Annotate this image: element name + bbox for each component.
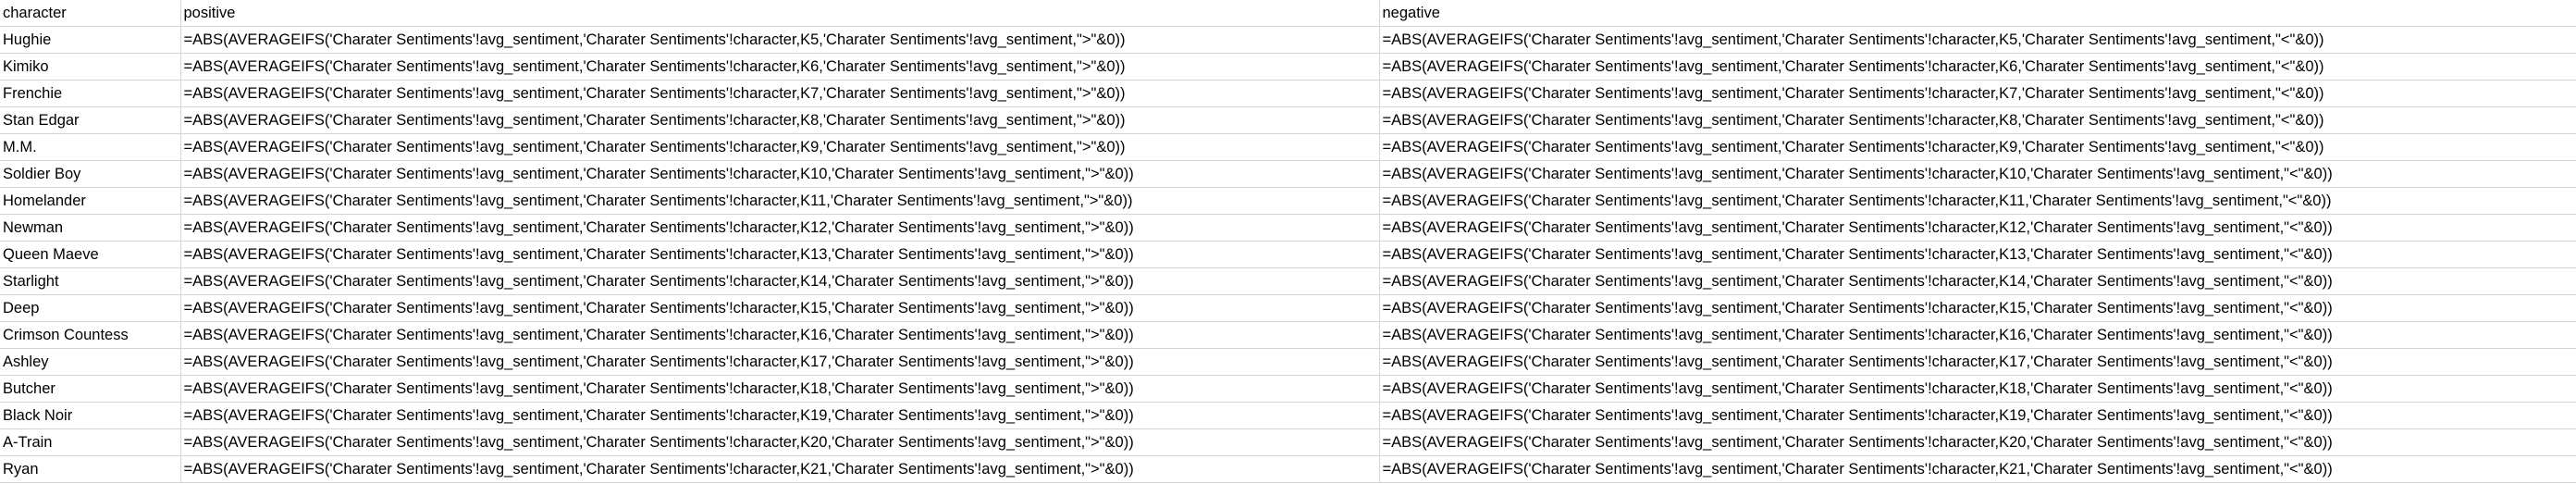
negative-formula-cell[interactable]: =ABS(AVERAGEIFS('Charater Sentiments'!av…	[1379, 106, 2576, 134]
positive-formula-cell[interactable]: =ABS(AVERAGEIFS('Charater Sentiments'!av…	[180, 53, 1380, 81]
character-cell[interactable]: Frenchie	[0, 80, 181, 107]
header-row: character positive negative	[0, 0, 2576, 27]
positive-formula-cell[interactable]: =ABS(AVERAGEIFS('Charater Sentiments'!av…	[180, 106, 1380, 134]
table-row: Kimiko =ABS(AVERAGEIFS('Charater Sentime…	[0, 53, 2576, 81]
table-row: Crimson Countess =ABS(AVERAGEIFS('Charat…	[0, 321, 2576, 349]
header-cell-positive[interactable]: positive	[180, 0, 1380, 27]
character-cell[interactable]: M.M.	[0, 133, 181, 161]
table-row: Newman =ABS(AVERAGEIFS('Charater Sentime…	[0, 214, 2576, 242]
table-row: Stan Edgar =ABS(AVERAGEIFS('Charater Sen…	[0, 106, 2576, 134]
table-row: Deep =ABS(AVERAGEIFS('Charater Sentiment…	[0, 294, 2576, 322]
positive-formula-cell[interactable]: =ABS(AVERAGEIFS('Charater Sentiments'!av…	[180, 267, 1380, 295]
negative-formula-cell[interactable]: =ABS(AVERAGEIFS('Charater Sentiments'!av…	[1379, 187, 2576, 215]
table-row: Homelander =ABS(AVERAGEIFS('Charater Sen…	[0, 187, 2576, 215]
table-row: Ashley =ABS(AVERAGEIFS('Charater Sentime…	[0, 348, 2576, 376]
table-row: Hughie =ABS(AVERAGEIFS('Charater Sentime…	[0, 26, 2576, 54]
character-cell[interactable]: Ryan	[0, 455, 181, 483]
character-cell[interactable]: Newman	[0, 214, 181, 242]
positive-formula-cell[interactable]: =ABS(AVERAGEIFS('Charater Sentiments'!av…	[180, 294, 1380, 322]
table-row: A-Train =ABS(AVERAGEIFS('Charater Sentim…	[0, 428, 2576, 456]
positive-formula-cell[interactable]: =ABS(AVERAGEIFS('Charater Sentiments'!av…	[180, 187, 1380, 215]
table-row: M.M. =ABS(AVERAGEIFS('Charater Sentiment…	[0, 133, 2576, 161]
table-row: Frenchie =ABS(AVERAGEIFS('Charater Senti…	[0, 80, 2576, 107]
character-cell[interactable]: Stan Edgar	[0, 106, 181, 134]
positive-formula-cell[interactable]: =ABS(AVERAGEIFS('Charater Sentiments'!av…	[180, 348, 1380, 376]
positive-formula-cell[interactable]: =ABS(AVERAGEIFS('Charater Sentiments'!av…	[180, 26, 1380, 54]
character-cell[interactable]: Deep	[0, 294, 181, 322]
negative-formula-cell[interactable]: =ABS(AVERAGEIFS('Charater Sentiments'!av…	[1379, 133, 2576, 161]
table-row: Butcher =ABS(AVERAGEIFS('Charater Sentim…	[0, 375, 2576, 403]
character-cell[interactable]: Black Noir	[0, 402, 181, 429]
table-row: Black Noir =ABS(AVERAGEIFS('Charater Sen…	[0, 402, 2576, 429]
positive-formula-cell[interactable]: =ABS(AVERAGEIFS('Charater Sentiments'!av…	[180, 133, 1380, 161]
negative-formula-cell[interactable]: =ABS(AVERAGEIFS('Charater Sentiments'!av…	[1379, 375, 2576, 403]
negative-formula-cell[interactable]: =ABS(AVERAGEIFS('Charater Sentiments'!av…	[1379, 348, 2576, 376]
negative-formula-cell[interactable]: =ABS(AVERAGEIFS('Charater Sentiments'!av…	[1379, 428, 2576, 456]
negative-formula-cell[interactable]: =ABS(AVERAGEIFS('Charater Sentiments'!av…	[1379, 26, 2576, 54]
table-row: Queen Maeve =ABS(AVERAGEIFS('Charater Se…	[0, 241, 2576, 268]
character-cell[interactable]: Starlight	[0, 267, 181, 295]
positive-formula-cell[interactable]: =ABS(AVERAGEIFS('Charater Sentiments'!av…	[180, 160, 1380, 188]
header-cell-character[interactable]: character	[0, 0, 181, 27]
character-cell[interactable]: Soldier Boy	[0, 160, 181, 188]
spreadsheet-grid: character positive negative Hughie =ABS(…	[0, 0, 2576, 483]
negative-formula-cell[interactable]: =ABS(AVERAGEIFS('Charater Sentiments'!av…	[1379, 80, 2576, 107]
positive-formula-cell[interactable]: =ABS(AVERAGEIFS('Charater Sentiments'!av…	[180, 375, 1380, 403]
negative-formula-cell[interactable]: =ABS(AVERAGEIFS('Charater Sentiments'!av…	[1379, 160, 2576, 188]
character-cell[interactable]: A-Train	[0, 428, 181, 456]
positive-formula-cell[interactable]: =ABS(AVERAGEIFS('Charater Sentiments'!av…	[180, 321, 1380, 349]
character-cell[interactable]: Homelander	[0, 187, 181, 215]
positive-formula-cell[interactable]: =ABS(AVERAGEIFS('Charater Sentiments'!av…	[180, 402, 1380, 429]
positive-formula-cell[interactable]: =ABS(AVERAGEIFS('Charater Sentiments'!av…	[180, 241, 1380, 268]
negative-formula-cell[interactable]: =ABS(AVERAGEIFS('Charater Sentiments'!av…	[1379, 455, 2576, 483]
negative-formula-cell[interactable]: =ABS(AVERAGEIFS('Charater Sentiments'!av…	[1379, 402, 2576, 429]
negative-formula-cell[interactable]: =ABS(AVERAGEIFS('Charater Sentiments'!av…	[1379, 214, 2576, 242]
table-row: Soldier Boy =ABS(AVERAGEIFS('Charater Se…	[0, 160, 2576, 188]
negative-formula-cell[interactable]: =ABS(AVERAGEIFS('Charater Sentiments'!av…	[1379, 241, 2576, 268]
positive-formula-cell[interactable]: =ABS(AVERAGEIFS('Charater Sentiments'!av…	[180, 455, 1380, 483]
positive-formula-cell[interactable]: =ABS(AVERAGEIFS('Charater Sentiments'!av…	[180, 80, 1380, 107]
character-cell[interactable]: Hughie	[0, 26, 181, 54]
table-row: Ryan =ABS(AVERAGEIFS('Charater Sentiment…	[0, 455, 2576, 483]
negative-formula-cell[interactable]: =ABS(AVERAGEIFS('Charater Sentiments'!av…	[1379, 294, 2576, 322]
character-cell[interactable]: Crimson Countess	[0, 321, 181, 349]
negative-formula-cell[interactable]: =ABS(AVERAGEIFS('Charater Sentiments'!av…	[1379, 321, 2576, 349]
character-cell[interactable]: Queen Maeve	[0, 241, 181, 268]
character-cell[interactable]: Butcher	[0, 375, 181, 403]
negative-formula-cell[interactable]: =ABS(AVERAGEIFS('Charater Sentiments'!av…	[1379, 267, 2576, 295]
positive-formula-cell[interactable]: =ABS(AVERAGEIFS('Charater Sentiments'!av…	[180, 214, 1380, 242]
character-cell[interactable]: Kimiko	[0, 53, 181, 81]
character-cell[interactable]: Ashley	[0, 348, 181, 376]
positive-formula-cell[interactable]: =ABS(AVERAGEIFS('Charater Sentiments'!av…	[180, 428, 1380, 456]
table-row: Starlight =ABS(AVERAGEIFS('Charater Sent…	[0, 267, 2576, 295]
negative-formula-cell[interactable]: =ABS(AVERAGEIFS('Charater Sentiments'!av…	[1379, 53, 2576, 81]
header-cell-negative[interactable]: negative	[1379, 0, 2576, 27]
